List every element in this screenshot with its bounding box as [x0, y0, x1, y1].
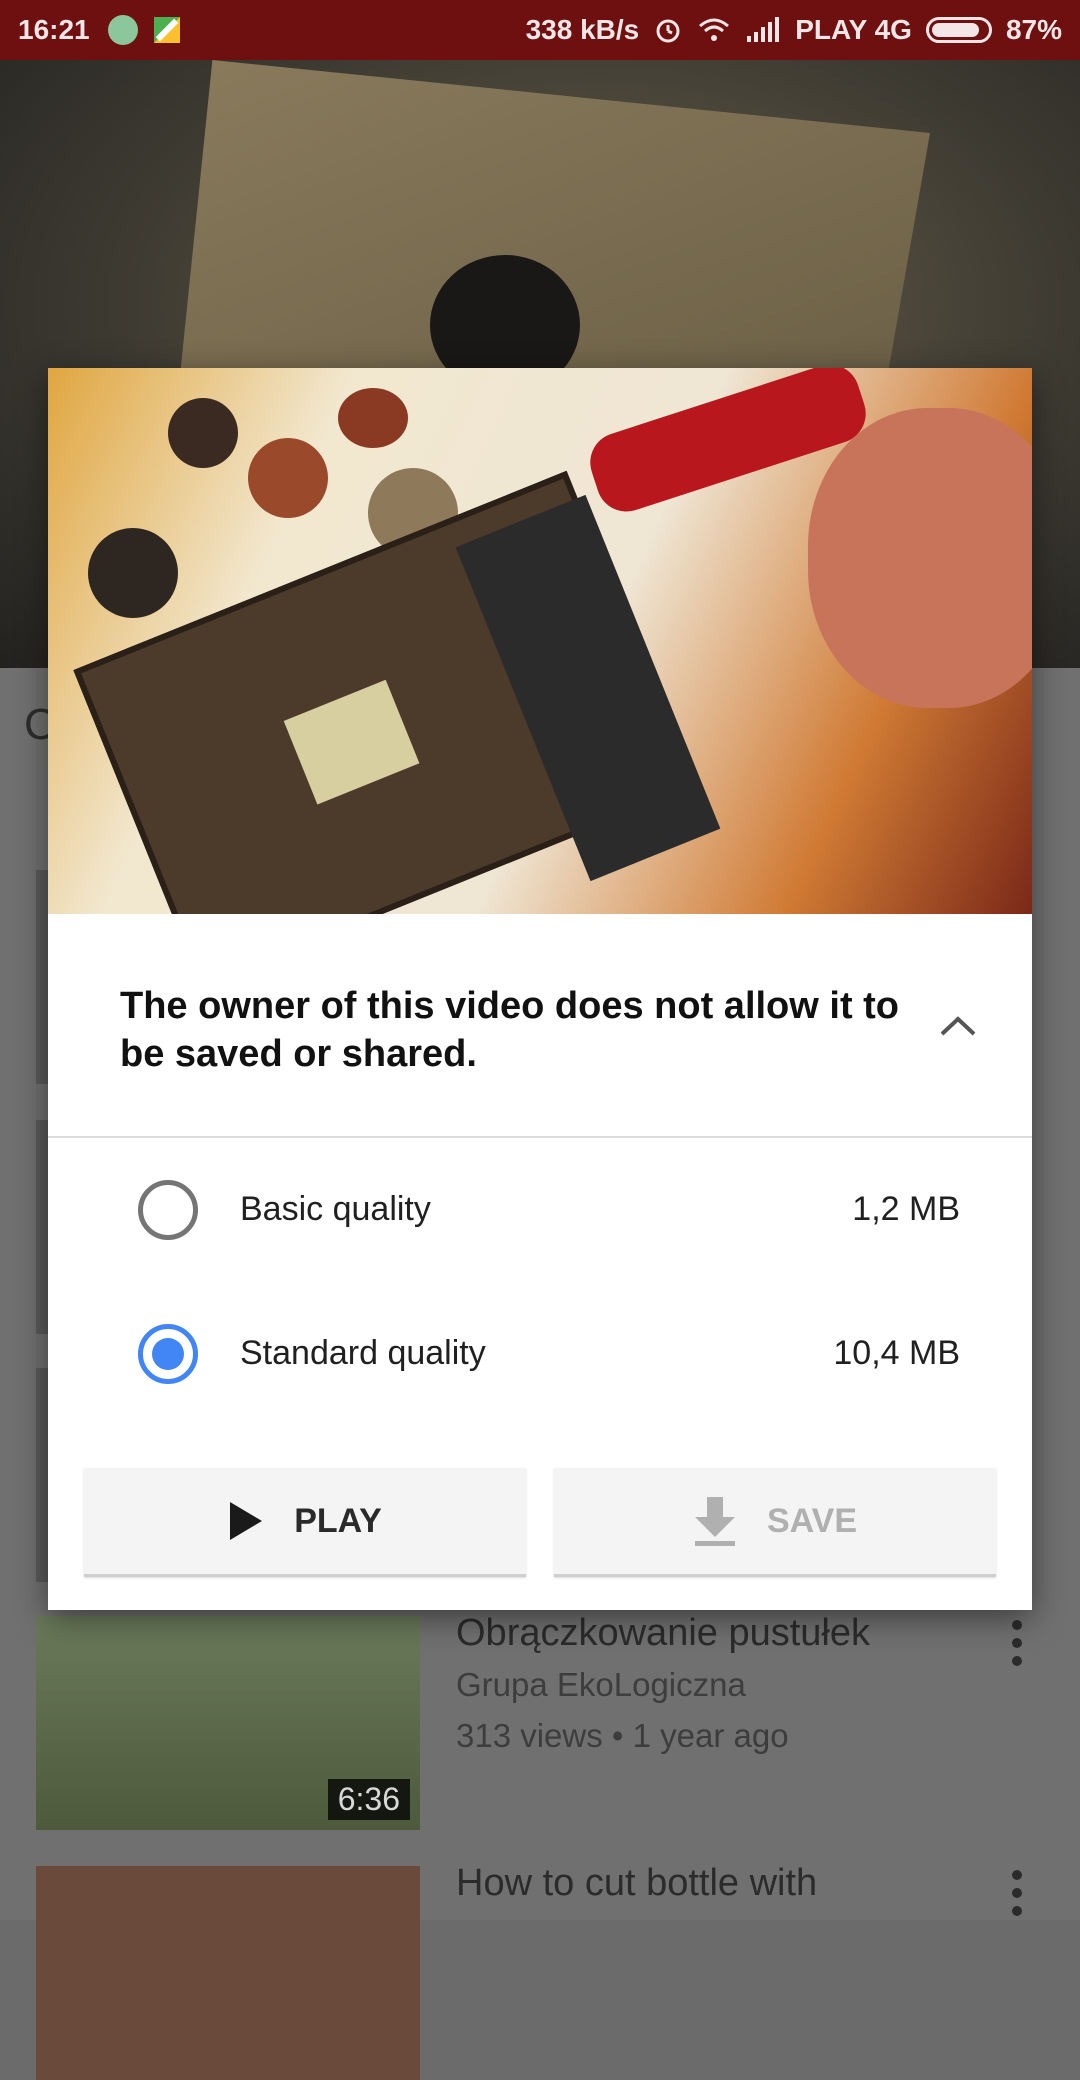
video-duration: 6:36	[327, 1779, 410, 1820]
background-thumbnail[interactable]	[36, 1866, 420, 2080]
option-label: Basic quality	[240, 1190, 431, 1228]
option-label: Standard quality	[240, 1334, 486, 1372]
status-time: 16:21	[18, 14, 90, 45]
video-title[interactable]: Obrączkowanie pustułek	[456, 1612, 870, 1655]
wifi-icon	[699, 18, 730, 41]
save-button-label: SAVE	[766, 1501, 858, 1540]
download-icon	[694, 1497, 735, 1546]
collapse-button[interactable]	[928, 996, 988, 1056]
carrier-label: PLAY 4G	[795, 14, 912, 45]
option-size: 10,4 MB	[833, 1334, 960, 1372]
quality-option-standard[interactable]: Standard quality 10,4 MB	[48, 1282, 1032, 1426]
chevron-up-icon	[940, 1016, 976, 1036]
signal-icon	[747, 17, 780, 42]
app-notification-icon	[107, 15, 138, 45]
video-title[interactable]: How to cut bottle with	[456, 1862, 817, 1905]
quality-option-basic[interactable]: Basic quality 1,2 MB	[48, 1138, 1032, 1282]
download-dialog: The owner of this video does not allow i…	[48, 368, 1032, 1610]
save-button[interactable]: SAVE	[554, 1468, 996, 1577]
more-options-icon[interactable]	[1010, 1620, 1024, 1666]
play-button[interactable]: PLAY	[84, 1468, 526, 1577]
option-size: 1,2 MB	[852, 1190, 960, 1228]
play-icon	[230, 1502, 263, 1540]
radio-button-selected[interactable]	[138, 1324, 198, 1384]
play-button-label: PLAY	[294, 1501, 382, 1540]
battery-icon	[925, 17, 992, 43]
video-meta: 313 views • 1 year ago	[456, 1717, 789, 1754]
video-preview-thumbnail	[48, 368, 1032, 914]
more-options-icon[interactable]	[1010, 1870, 1024, 1916]
battery-percent: 87%	[1005, 14, 1062, 45]
maps-icon	[153, 17, 180, 43]
restriction-message: The owner of this video does not allow i…	[120, 985, 900, 1075]
background-thumbnail[interactable]: 6:36	[36, 1616, 420, 1830]
restriction-message-row: The owner of this video does not allow i…	[48, 914, 1032, 1138]
alarm-icon	[656, 19, 680, 43]
radio-button[interactable]	[138, 1180, 198, 1240]
network-speed: 338 kB/s	[525, 14, 640, 45]
video-channel: Grupa EkoLogiczna	[456, 1666, 746, 1703]
status-bar: 16:21 338 kB/s PLAY 4G 87%	[0, 0, 1080, 60]
